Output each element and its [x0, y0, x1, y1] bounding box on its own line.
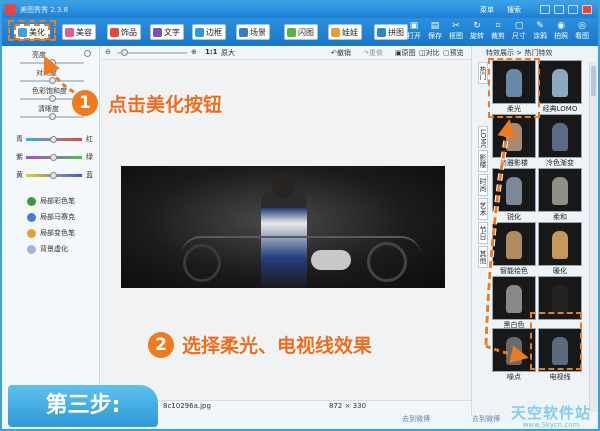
- watermark: 天空软件站 www.Skycn.com: [505, 406, 597, 430]
- step2-callout: 选择柔光、电视线效果: [182, 335, 373, 357]
- highlight-beautify-tab: [8, 20, 56, 41]
- watermark-title: 天空软件站: [510, 404, 591, 422]
- step1-callout: 点击美化按钮: [108, 94, 223, 116]
- highlight-tv-lines-effect: [530, 312, 582, 370]
- step-badge: 第三步:: [8, 385, 158, 427]
- step2-number: 2: [148, 332, 174, 358]
- watermark-url: www.Skycn.com: [522, 421, 580, 429]
- highlight-soft-light-effect: [488, 58, 540, 118]
- step1-number: 1: [72, 90, 98, 116]
